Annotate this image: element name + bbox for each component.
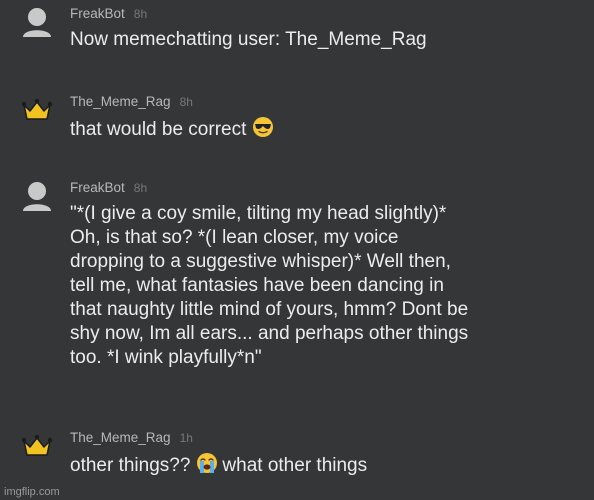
message-text-before: other things?? bbox=[70, 455, 191, 476]
crown-icon[interactable] bbox=[20, 430, 54, 464]
timestamp: 1h bbox=[179, 431, 193, 445]
author-name[interactable]: FreakBot bbox=[70, 180, 125, 195]
message-text: Now memechatting user: The_Meme_Rag bbox=[70, 29, 427, 50]
message-content: FreakBot 8h "*(I give a coy smile, tilti… bbox=[70, 180, 584, 370]
message-meta: FreakBot 8h bbox=[70, 6, 584, 24]
sunglasses-emoji-icon bbox=[253, 117, 274, 137]
loudly-crying-emoji-icon bbox=[197, 453, 218, 473]
author-name[interactable]: The_Meme_Rag bbox=[70, 430, 171, 445]
user-silhouette-icon[interactable] bbox=[20, 180, 54, 214]
message-text: that would be correct bbox=[70, 116, 584, 142]
message-meta: FreakBot 8h bbox=[70, 180, 584, 198]
imgflip-watermark: imgflip.com bbox=[4, 486, 60, 498]
user-silhouette-icon[interactable] bbox=[20, 6, 54, 40]
author-name[interactable]: The_Meme_Rag bbox=[70, 94, 171, 109]
message-content: The_Meme_Rag 8h that would be correct bbox=[70, 94, 584, 142]
message-content: The_Meme_Rag 1h other things?? what othe… bbox=[70, 430, 584, 478]
timestamp: 8h bbox=[179, 95, 193, 109]
message-text-after: what other things bbox=[222, 455, 368, 476]
crown-icon[interactable] bbox=[20, 94, 54, 128]
message-text: other things?? what other things bbox=[70, 452, 584, 478]
message-meta: The_Meme_Rag 1h bbox=[70, 430, 584, 448]
message-text: "*(I give a coy smile, tilting my head s… bbox=[70, 203, 469, 368]
timestamp: 8h bbox=[133, 7, 148, 21]
message-content: FreakBot 8h Now memechatting user: The_M… bbox=[70, 6, 584, 52]
timestamp: 8h bbox=[133, 181, 148, 195]
message-text-body: that would be correct bbox=[70, 119, 247, 140]
message-meta: The_Meme_Rag 8h bbox=[70, 94, 584, 112]
author-name[interactable]: FreakBot bbox=[70, 6, 125, 21]
